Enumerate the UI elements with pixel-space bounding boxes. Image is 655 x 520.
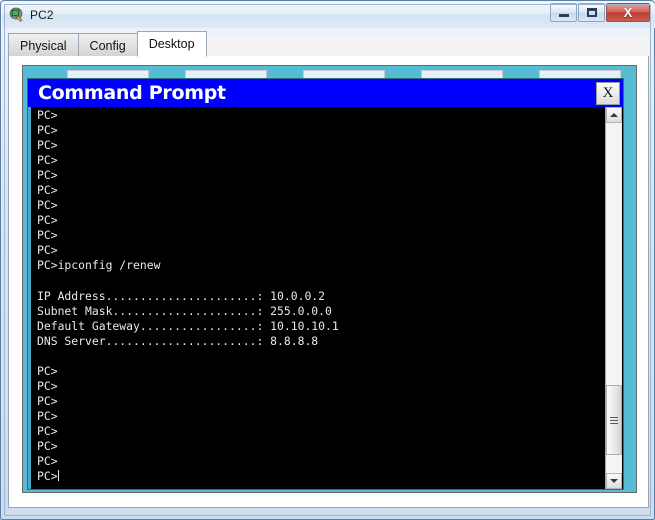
tab-config[interactable]: Config xyxy=(77,33,138,57)
terminal-line: Default Gateway.................: 10.10.… xyxy=(37,318,339,333)
terminal-line: PC> xyxy=(37,213,58,228)
scrollbar-down-button[interactable] xyxy=(606,473,622,489)
terminal-line: PC>ipconfig /renew xyxy=(37,258,161,273)
close-icon: X xyxy=(623,5,633,20)
terminal-scrollbar[interactable] xyxy=(605,107,622,489)
tab-config-label: Config xyxy=(89,38,126,53)
command-prompt-close-button[interactable]: X xyxy=(596,82,620,105)
pc-device-icon xyxy=(9,7,25,23)
maximize-button[interactable] xyxy=(578,3,605,22)
terminal-line: PC> xyxy=(37,469,59,484)
desktop-tab-panel: Command Prompt X PC> PC> PC> PC> PC> PC> PC> PC… xyxy=(8,56,649,508)
terminal-line: PC> xyxy=(37,168,58,183)
terminal-line: IP Address......................: 10.0.0… xyxy=(37,288,326,303)
command-prompt-titlebar[interactable]: Command Prompt X xyxy=(28,79,623,107)
desktop-canvas[interactable]: Command Prompt X PC> PC> PC> PC> PC> PC> PC> PC… xyxy=(22,65,637,493)
terminal-line: PC> xyxy=(37,228,58,243)
terminal-line: PC> xyxy=(37,363,58,378)
pc2-window: PC2 X Physical Config Desktop Command Pr… xyxy=(0,0,655,520)
terminal-cursor xyxy=(57,470,59,482)
terminal-output: PC> PC> PC> PC> PC> PC> PC> PC> PC> PC> PC>ipconfi… xyxy=(37,108,599,489)
tab-physical[interactable]: Physical xyxy=(8,33,79,57)
terminal-line: PC> xyxy=(37,108,58,122)
window-titlebar[interactable]: PC2 X xyxy=(2,2,655,28)
terminal-line: PC> xyxy=(37,393,58,408)
close-button[interactable]: X xyxy=(606,3,650,22)
scrollbar-grip-icon xyxy=(610,416,618,424)
scrollbar-thumb[interactable] xyxy=(606,385,622,455)
terminal-line: PC> xyxy=(37,153,58,168)
scrollbar-up-button[interactable] xyxy=(606,107,622,123)
terminal-line: PC> xyxy=(37,439,58,454)
minimize-button[interactable] xyxy=(550,3,577,22)
terminal-line: PC> xyxy=(37,454,58,469)
maximize-icon xyxy=(586,8,597,17)
tab-filler xyxy=(205,35,649,57)
terminal-body[interactable]: PC> PC> PC> PC> PC> PC> PC> PC> PC> PC> PC>ipconfi… xyxy=(28,107,623,489)
terminal-line: PC> xyxy=(37,123,58,138)
terminal-line: PC> xyxy=(37,183,58,198)
terminal-line: PC> xyxy=(37,243,58,258)
terminal-line: PC> xyxy=(37,378,58,393)
tab-desktop[interactable]: Desktop xyxy=(136,31,207,57)
command-prompt-window: Command Prompt X PC> PC> PC> PC> PC> PC> PC> PC… xyxy=(27,78,624,490)
terminal-line: Subnet Mask.....................: 255.0.… xyxy=(37,303,332,318)
tab-desktop-label: Desktop xyxy=(148,37,195,51)
terminal-line: PC> xyxy=(37,408,58,423)
window-title: PC2 xyxy=(30,8,54,22)
scroll-up-arrow-icon xyxy=(610,113,618,117)
terminal-left-rail xyxy=(28,107,31,489)
tab-physical-label: Physical xyxy=(20,38,67,53)
close-icon: X xyxy=(602,85,614,101)
command-prompt-title: Command Prompt xyxy=(38,82,226,104)
terminal-line: PC> xyxy=(37,138,58,153)
scroll-down-arrow-icon xyxy=(610,479,618,483)
terminal-line: PC> xyxy=(37,198,58,213)
minimize-icon xyxy=(558,14,569,17)
terminal-line: DNS Server......................: 8.8.8.… xyxy=(37,333,319,348)
window-controls: X xyxy=(550,3,650,22)
terminal-line: PC> xyxy=(37,423,58,438)
tab-bar: Physical Config Desktop xyxy=(8,31,649,57)
